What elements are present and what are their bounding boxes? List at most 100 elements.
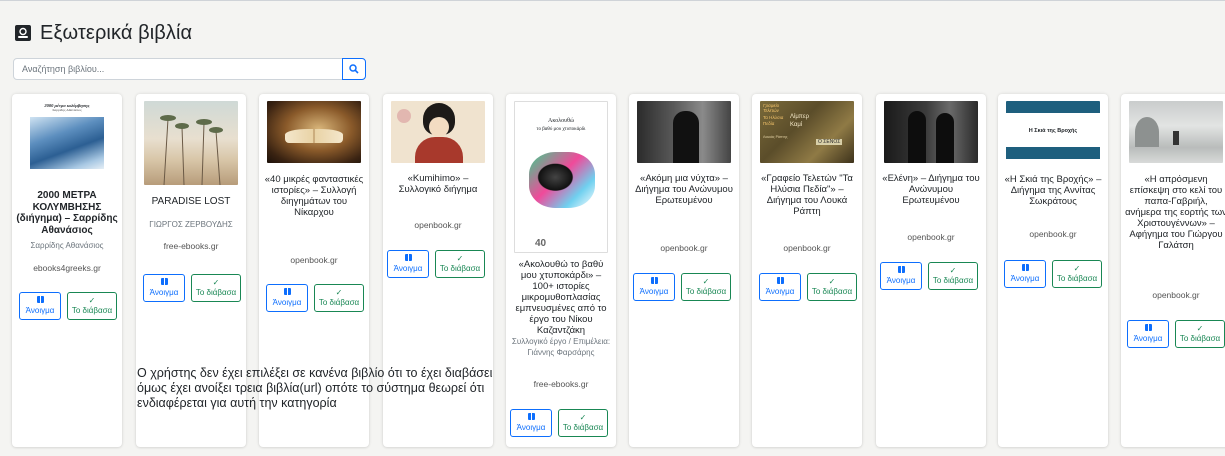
book-source: openbook.gr [414,220,462,230]
book-source: openbook.gr [660,243,708,253]
read-button[interactable]: ✓ Το διάβασα [435,250,485,278]
open-button[interactable]: Άνοιγμα [143,274,185,302]
book-open-icon [36,296,44,303]
book-card: Γραφείο Τελετών Τα Ηλύσια Πεδία Λίμπερ Κ… [752,94,862,447]
cover-band-top [1006,101,1100,113]
open-button[interactable]: Άνοιγμα [19,292,61,320]
book-cover [637,101,731,163]
read-button[interactable]: ✓ Το διάβασα [314,284,364,312]
cover-text: Λουκάς Ράπτης [763,135,788,139]
silhouette-shape [936,113,954,163]
cover-text: Πεδία [763,121,775,126]
book-card: «Η απρόσμενη επίσκεψη στο κελί του παπα-… [1121,94,1225,447]
book-cover [1129,101,1223,163]
book-author: Συλλογικό έργο / Επιμέλεια: Γιάννης Φαρσ… [511,337,611,357]
check-icon: ✓ [335,288,343,297]
book-card: 2000 μέτρα κολύμβησης Σαρρίδης Αθανάσιος… [12,94,122,447]
cover-text: το βαθύ μου χτυποκάρδι [536,127,586,132]
book-title: «Ακόμη μια νύχτα» – Διήγημα του Ανώνυμου… [635,173,733,206]
book-source: ebooks4greeks.gr [33,263,101,273]
book-cover [391,101,485,163]
silhouette-image [673,111,699,163]
palm-trees-image [160,115,223,185]
cover-text: Λίμπερ [790,114,810,120]
read-button[interactable]: ✓ Το διάβασα [558,409,608,437]
book-open-icon [527,413,535,420]
blossom-shape [397,109,411,123]
book-cover: 2000 μέτρα κολύμβησης Σαρρίδης Αθανάσιος [20,101,114,183]
check-icon: ✓ [828,277,836,286]
check-icon: ✓ [1073,264,1081,273]
book-card: «Ακόμη μια νύχτα» – Διήγημα του Ανώνυμου… [629,94,739,447]
book-source: free-ebooks.gr [163,241,219,251]
cover-text: Τελετών [763,108,779,113]
open-book-image [285,129,343,143]
book-cover [144,101,238,185]
book-open-icon [1021,264,1029,271]
annotation-note: Ο χρήστης δεν έχει επιλέξει σε κανένα βι… [137,366,493,410]
open-button[interactable]: Άνοιγμα [633,273,675,301]
open-button[interactable]: Άνοιγμα [880,262,922,290]
book-source: free-ebooks.gr [533,379,589,389]
book-title: «Η απρόσμενη επίσκεψη στο κελί του παπα-… [1125,174,1225,251]
book-title: «40 μικρές φανταστικές ιστορίες» – Συλλο… [264,174,364,218]
book-open-icon [776,277,784,284]
book-open-icon [404,254,412,261]
book-title: «Ελένη» – Διήγημα του Ανώνυμου Ερωτευμέν… [882,173,980,206]
read-button[interactable]: ✓ Το διάβασα [1052,260,1102,288]
read-button[interactable]: ✓ Το διάβασα [928,262,978,290]
read-button[interactable]: ✓ Το διάβασα [807,273,857,301]
book-cover [884,101,978,163]
book-cover: Ακολουθώ το βαθύ μου χτυποκάρδι 40 [514,101,608,253]
cover-image [30,117,104,169]
read-button[interactable]: ✓ Το διάβασα [67,292,117,320]
book-cover: Γραφείο Τελετών Τα Ηλύσια Πεδία Λίμπερ Κ… [760,101,854,163]
check-icon: ✓ [212,278,220,287]
open-button[interactable]: Άνοιγμα [266,284,308,312]
face-shape [429,117,449,137]
cover-text: Ακολουθώ [548,118,574,124]
book-source: openbook.gr [1152,290,1200,300]
open-button[interactable]: Άνοιγμα [1127,320,1169,348]
open-button[interactable]: Άνοιγμα [759,273,801,301]
cover-band-bottom [1006,147,1100,159]
top-divider [0,0,1225,1]
book-open-icon [160,278,168,285]
cover-text: Η Σκιά της Βροχής [1028,128,1078,134]
book-title: PARADISE LOST [151,196,231,207]
book-card: «Ελένη» – Διήγημα του Ανώνυμου Ερωτευμέν… [876,94,986,447]
cover-text: Καμί [790,122,803,128]
read-button[interactable]: ✓ Το διάβασα [681,273,731,301]
book-open-icon [897,266,905,273]
read-button[interactable]: ✓ Το διάβασα [191,274,241,302]
tree-shape [1135,117,1159,147]
cover-text: Ο ΣΕΝΟΣ [816,139,843,145]
book-open-icon [1144,324,1152,331]
check-icon: ✓ [456,254,464,263]
snow-scene-image [1173,131,1179,145]
book-source: openbook.gr [907,232,955,242]
book-title: «Kumihimo» – Συλλογικό διήγημα [398,173,478,195]
book-title: «Η Σκιά της Βροχής» – Διήγημα της Αννίτα… [1004,174,1102,207]
book-card: Η Σκιά της Βροχής «Η Σκιά της Βροχής» – … [998,94,1108,447]
open-button[interactable]: Άνοιγμα [387,250,429,278]
book-author: ΓΙΩΡΓΟΣ ΖΕΡΒΟΥΔΗΣ [149,220,233,229]
book-title: «Γραφείο Τελετών "Τα Ηλύσια Πεδία"» – Δι… [761,173,853,217]
book-source: openbook.gr [1029,229,1077,239]
book-open-icon [283,288,291,295]
book-open-icon [650,277,658,284]
open-button[interactable]: Άνοιγμα [1004,260,1046,288]
read-button[interactable]: ✓ Το διάβασα [1175,320,1225,348]
search-input[interactable] [13,58,343,80]
open-button[interactable]: Άνοιγμα [510,409,552,437]
search-button[interactable] [342,58,366,80]
couple-silhouette-image [908,111,926,163]
page-title: Εξωτερικά βιβλία [40,21,193,44]
book-cover [267,101,361,163]
book-cover: Η Σκιά της Βροχής [1006,101,1100,163]
logo-40: 40 [535,238,547,249]
book-title: 2000 ΜΕΤΡΑ ΚΟΛΥΜΒΗΣΗΣ (διήγημα) – Σαρρίδ… [16,190,118,236]
check-icon: ✓ [1196,324,1204,333]
book-icon [15,25,31,41]
book-title: «Ακολουθώ το βαθύ μου χτυποκάρδι» – 100+… [515,259,607,336]
